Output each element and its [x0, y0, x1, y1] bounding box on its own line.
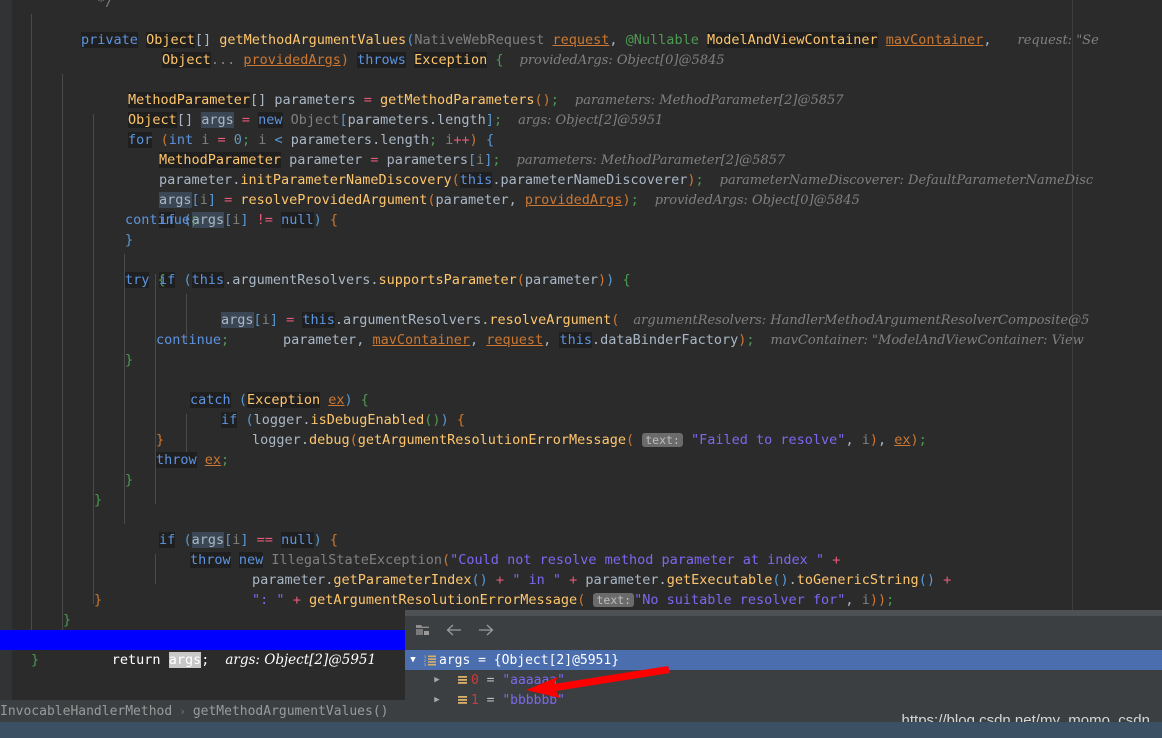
- frames-icon[interactable]: [415, 622, 431, 638]
- type-exception: Exception: [414, 52, 488, 68]
- param-providedargs: providedArgs: [243, 52, 341, 68]
- breadcrumb-class[interactable]: InvocableHandlerMethod: [0, 704, 172, 719]
- variable-index: 0: [471, 672, 479, 688]
- kw-continue: continue: [125, 212, 191, 228]
- expand-twisty-icon[interactable]: ▶: [405, 675, 453, 685]
- variable-equals: =: [478, 672, 503, 688]
- comment-end: */: [97, 0, 114, 10]
- expand-twisty-icon[interactable]: ▼: [405, 655, 421, 665]
- svg-text:3: 3: [424, 663, 426, 667]
- code-text[interactable]: */ private Object[] getMethodArgumentVal…: [0, 0, 1162, 730]
- variable-row-args[interactable]: ▼ 1 2 3 args = {Object[2]@5951}: [405, 650, 1162, 670]
- array-variable-icon: 1 2 3: [421, 654, 439, 667]
- kw-throws: throws: [357, 52, 406, 68]
- identifier-args-highlight: args: [168, 652, 202, 668]
- variable-row-0[interactable]: ▶ 0 = "aaaaaa": [405, 670, 1162, 690]
- variable-equals: =: [478, 692, 503, 708]
- expand-twisty-icon[interactable]: ▶: [405, 695, 453, 705]
- kw-throw: throw: [156, 452, 197, 468]
- variable-equals: =: [470, 652, 494, 668]
- variable-value: {Object[2]@5951}: [493, 652, 620, 668]
- variable-value: "bbbbbb": [502, 692, 565, 708]
- debugger-toolbar[interactable]: [405, 616, 1162, 644]
- variables-tree[interactable]: ▼ 1 2 3 args = {Object[2]@5951} ▶ 0 = "a…: [405, 650, 1162, 710]
- breadcrumb[interactable]: InvocableHandlerMethod › getMethodArgume…: [0, 700, 405, 722]
- array-element-icon: [453, 694, 471, 707]
- arrow-left-icon[interactable]: [445, 623, 463, 637]
- arrow-right-icon[interactable]: [477, 623, 495, 637]
- breadcrumb-method[interactable]: getMethodArgumentValues(): [193, 704, 389, 719]
- code-editor[interactable]: */ private Object[] getMethodArgumentVal…: [0, 0, 1162, 730]
- execution-line-text: return args; args: Object[2]@5951: [111, 652, 377, 668]
- status-bar[interactable]: [0, 722, 1162, 738]
- kw-try: try: [125, 272, 150, 288]
- ide-window: */ private Object[] getMethodArgumentVal…: [0, 0, 1162, 738]
- variable-index: 1: [471, 692, 479, 708]
- array-element-icon: [453, 674, 471, 687]
- variable-name: args: [439, 652, 471, 668]
- variable-value: "aaaaaa": [502, 672, 565, 688]
- breadcrumb-separator-icon: ›: [179, 704, 186, 718]
